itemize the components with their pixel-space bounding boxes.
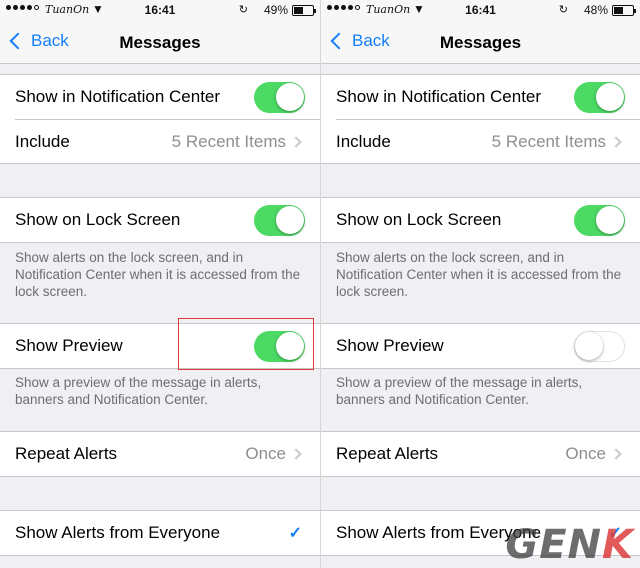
chevron-right-icon xyxy=(610,448,622,460)
notification-center-toggle[interactable] xyxy=(254,81,305,113)
preview-group: Show Preview xyxy=(321,323,640,369)
lock-screen-toggle[interactable] xyxy=(254,204,305,236)
battery-icon xyxy=(292,5,316,16)
notification-group: Show in Notification Center Include 5 Re… xyxy=(0,74,320,164)
notification-center-toggle[interactable] xyxy=(574,81,625,113)
chevron-right-icon xyxy=(290,135,302,148)
repeat-group: Repeat Alerts Once xyxy=(0,431,320,477)
orientation-lock-icon: ↻ xyxy=(238,4,248,16)
preview-row: Show Preview xyxy=(321,324,640,368)
genk-watermark-logo: GENK xyxy=(505,522,634,568)
status-bar: TuanOn ▼ 16:41 ↻ 48% xyxy=(321,0,640,22)
left-screen: TuanOn ▼ 16:41 ↻ 49% Back Messages Show … xyxy=(0,0,320,568)
lock-screen-label: Show on Lock Screen xyxy=(15,210,181,229)
include-label: Include xyxy=(336,131,391,151)
alerts-from-group: Show Alerts from Everyone ✓ xyxy=(0,510,320,556)
notification-group: Show in Notification Center Include 5 Re… xyxy=(321,74,640,164)
preview-toggle[interactable] xyxy=(574,330,625,362)
battery-percent: 49% xyxy=(263,3,288,17)
include-value: 5 Recent Items xyxy=(491,131,606,151)
chevron-right-icon xyxy=(290,448,302,460)
repeat-group: Repeat Alerts Once xyxy=(321,431,640,477)
alerts-from-everyone-label: Show Alerts from Everyone xyxy=(15,523,221,542)
notification-center-row: Show in Notification Center xyxy=(0,75,320,119)
checkmark-icon: ✓ xyxy=(288,525,302,542)
preview-footer: Show a preview of the message in alerts,… xyxy=(15,375,262,407)
highlight-box xyxy=(178,318,314,370)
lock-screen-footer: Show alerts on the lock screen, and in N… xyxy=(15,250,301,299)
include-row[interactable]: Include 5 Recent Items xyxy=(336,119,640,163)
orientation-lock-icon: ↻ xyxy=(558,4,568,16)
lock-screen-group: Show on Lock Screen xyxy=(0,197,320,243)
battery-percent: 48% xyxy=(583,3,608,17)
notification-center-label: Show in Notification Center xyxy=(336,87,542,106)
preview-label: Show Preview xyxy=(336,336,444,355)
lock-screen-footer: Show alerts on the lock screen, and in N… xyxy=(336,250,622,299)
include-row[interactable]: Include 5 Recent Items xyxy=(15,119,320,163)
navigation-bar: Back Messages xyxy=(0,22,320,64)
chevron-right-icon xyxy=(610,135,622,148)
navigation-bar: Back Messages xyxy=(321,22,640,64)
lock-screen-row: Show on Lock Screen xyxy=(321,198,640,242)
repeat-alerts-label: Repeat Alerts xyxy=(336,444,439,463)
include-label: Include xyxy=(15,131,70,151)
page-title: Messages xyxy=(439,33,522,52)
battery-icon xyxy=(612,5,636,16)
lock-screen-toggle[interactable] xyxy=(574,204,625,236)
include-value: 5 Recent Items xyxy=(171,131,286,151)
notification-center-row: Show in Notification Center xyxy=(321,75,640,119)
watermark-text: GEN xyxy=(505,522,602,568)
watermark-accent: K xyxy=(602,522,634,568)
repeat-alerts-value: Once xyxy=(245,444,286,463)
repeat-alerts-row[interactable]: Repeat Alerts Once xyxy=(0,432,320,476)
lock-screen-label: Show on Lock Screen xyxy=(336,210,502,229)
preview-footer: Show a preview of the message in alerts,… xyxy=(336,375,583,407)
lock-screen-row: Show on Lock Screen xyxy=(0,198,320,242)
alerts-from-everyone-row[interactable]: Show Alerts from Everyone ✓ xyxy=(0,511,320,555)
repeat-alerts-value: Once xyxy=(565,444,606,463)
right-screen: TuanOn ▼ 16:41 ↻ 48% Back Messages Show … xyxy=(320,0,640,568)
notification-center-label: Show in Notification Center xyxy=(15,87,221,106)
lock-screen-group: Show on Lock Screen xyxy=(321,197,640,243)
repeat-alerts-row[interactable]: Repeat Alerts Once xyxy=(321,432,640,476)
page-title: Messages xyxy=(119,33,201,52)
repeat-alerts-label: Repeat Alerts xyxy=(15,444,118,463)
status-bar: TuanOn ▼ 16:41 ↻ 49% xyxy=(0,0,320,22)
